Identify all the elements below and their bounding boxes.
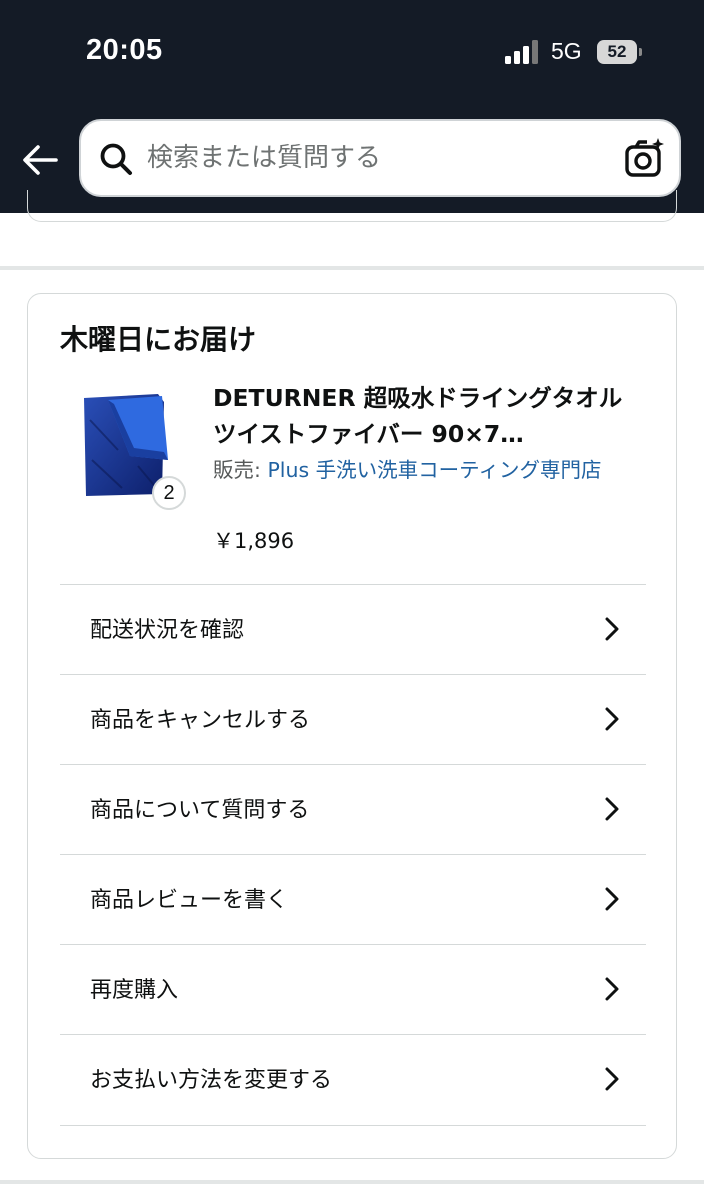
chevron-right-icon xyxy=(605,1067,619,1091)
network-type: 5G xyxy=(551,38,582,64)
product-title[interactable]: DETURNER 超吸水ドライングタオル ツイストファイバー 90×7… xyxy=(213,380,643,452)
action-ask-question[interactable]: 商品について質問する xyxy=(60,764,646,854)
action-label: 商品について質問する xyxy=(90,798,310,823)
chevron-right-icon xyxy=(605,977,619,1001)
action-label: 配送状況を確認 xyxy=(90,618,245,643)
battery-tip xyxy=(639,48,642,56)
back-arrow-icon[interactable] xyxy=(20,140,60,180)
chevron-right-icon xyxy=(605,797,619,821)
action-change-payment[interactable]: お支払い方法を変更する xyxy=(60,1034,646,1126)
battery-level: 52 xyxy=(597,40,637,64)
previous-card-edge xyxy=(27,190,677,222)
search-input[interactable] xyxy=(147,121,607,195)
delivery-date-heading: 木曜日にお届け xyxy=(60,323,257,356)
product-price: ￥1,896 xyxy=(213,529,295,553)
search-icon xyxy=(100,143,132,175)
app-header: 20:05 5G 52 xyxy=(0,0,704,213)
cellular-signal-icon xyxy=(505,40,538,64)
chevron-right-icon xyxy=(605,617,619,641)
action-label: お支払い方法を変更する xyxy=(90,1068,333,1093)
action-label: 商品レビューを書く xyxy=(90,888,289,913)
chevron-right-icon xyxy=(605,707,619,731)
section-divider-bottom xyxy=(0,1180,704,1184)
action-label: 商品をキャンセルする xyxy=(90,708,311,733)
section-divider xyxy=(0,266,704,270)
status-time: 20:05 xyxy=(86,34,163,66)
action-write-review[interactable]: 商品レビューを書く xyxy=(60,854,646,944)
action-cancel-item[interactable]: 商品をキャンセルする xyxy=(60,674,646,764)
battery-icon: 52 xyxy=(597,40,643,64)
camera-scan-icon[interactable] xyxy=(624,137,666,179)
action-track-delivery[interactable]: 配送状況を確認 xyxy=(60,584,646,674)
seller-info: 販売: Plus 手洗い洗車コーティング専門店 xyxy=(213,452,653,488)
order-action-list: 配送状況を確認 商品をキャンセルする 商品について質問する 商品レビューを書く … xyxy=(60,584,646,1126)
chevron-right-icon xyxy=(605,887,619,911)
seller-prefix: 販売: xyxy=(213,458,268,482)
action-buy-again[interactable]: 再度購入 xyxy=(60,944,646,1034)
search-bar[interactable] xyxy=(79,119,681,197)
action-label: 再度購入 xyxy=(90,978,179,1003)
delivery-card: 木曜日にお届け 2 DETURNER 超吸水ドライングタオル ツイストファイバー… xyxy=(27,293,677,1159)
seller-link[interactable]: Plus 手洗い洗車コーティング専門店 xyxy=(267,458,601,482)
quantity-badge: 2 xyxy=(152,476,186,510)
